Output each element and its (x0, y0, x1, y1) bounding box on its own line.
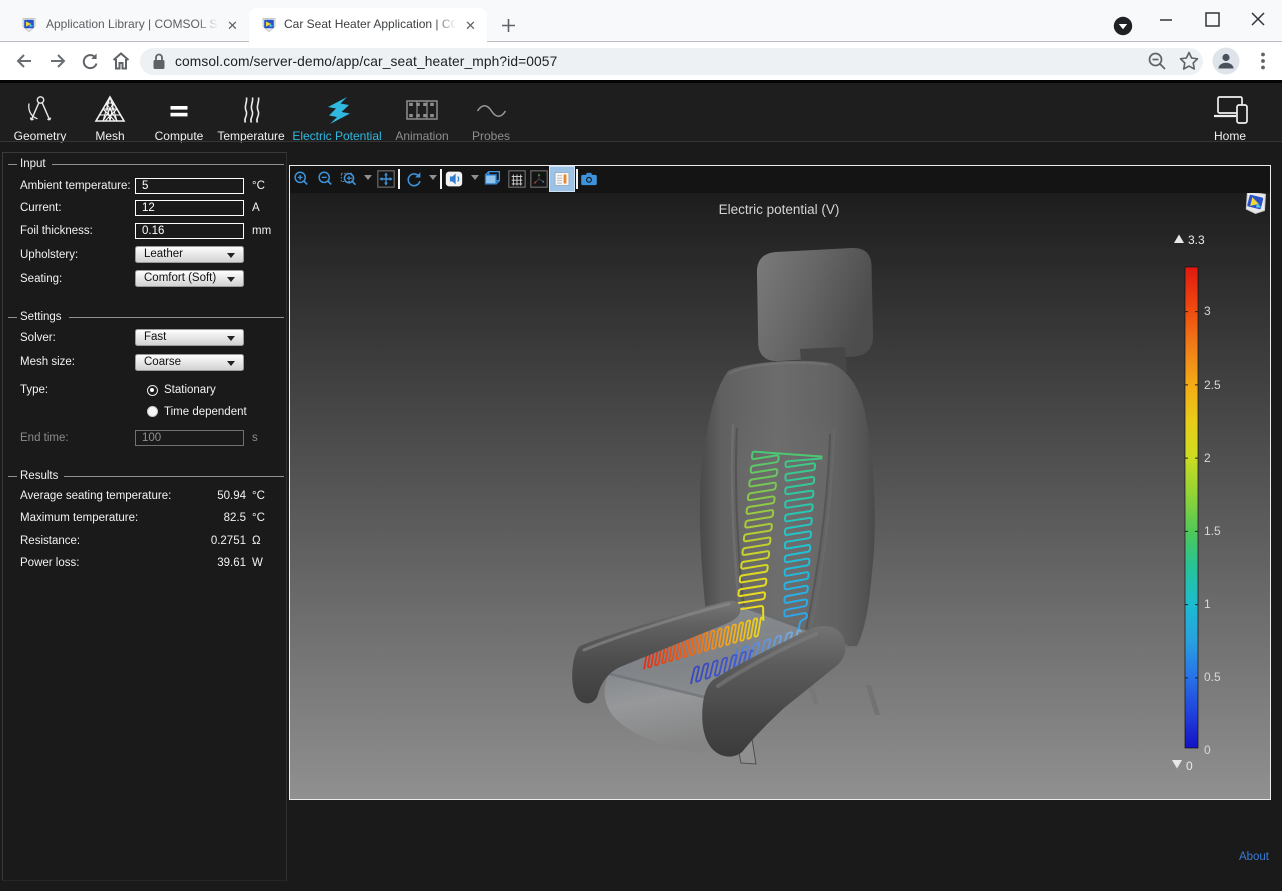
svg-text:3.3: 3.3 (1188, 233, 1205, 247)
svg-text:1: 1 (1204, 597, 1211, 611)
svg-text:1.5: 1.5 (1204, 524, 1221, 538)
svg-text:0: 0 (1186, 759, 1193, 773)
svg-text:0.5: 0.5 (1204, 670, 1221, 684)
svg-text:2.5: 2.5 (1204, 378, 1221, 392)
svg-text:3: 3 (1204, 304, 1211, 318)
svg-text:0: 0 (1204, 743, 1211, 757)
svg-text:Electric potential (V): Electric potential (V) (719, 202, 840, 217)
svg-text:2: 2 (1204, 451, 1211, 465)
